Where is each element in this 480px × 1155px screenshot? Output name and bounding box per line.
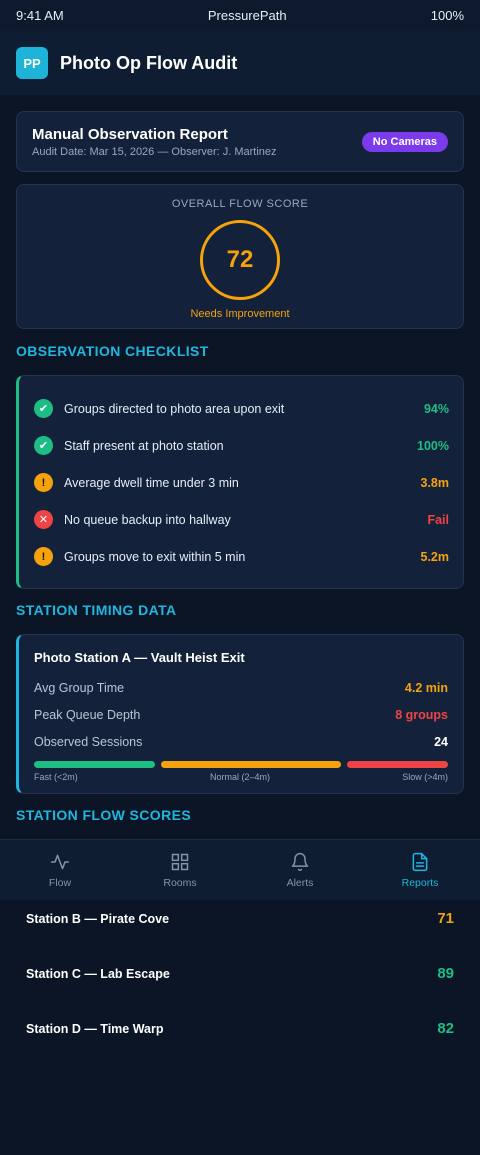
activity-icon <box>50 854 70 869</box>
nav-label: Alerts <box>286 876 314 889</box>
checklist-item-value: 3.8m <box>420 475 450 490</box>
checklist-item-text: No queue backup into hallway <box>64 512 231 527</box>
app-logo: PP <box>16 47 48 79</box>
report-meta: Audit Date: Mar 15, 2026 — Observer: J. … <box>32 145 277 158</box>
nav-label: Rooms <box>163 876 197 889</box>
app-header: PP Photo Op Flow Audit <box>0 31 480 95</box>
nav-item-reports[interactable]: Reports <box>360 840 480 900</box>
bar-segment-normal <box>160 761 342 768</box>
report-title: Manual Observation Report <box>32 125 228 143</box>
page-title: Photo Op Flow Audit <box>60 52 238 73</box>
station-score-row[interactable]: Station D — Time Warp 82 <box>26 1020 454 1037</box>
station-name: Station C — Lab Escape <box>26 966 170 981</box>
report-info: Manual Observation Report Audit Date: Ma… <box>32 126 277 158</box>
timing-value: 8 groups <box>395 707 448 722</box>
station-timing-card: Photo Station A — Vault Heist Exit Avg G… <box>16 634 464 794</box>
timing-value: 4.2 min <box>404 680 448 695</box>
nav-item-rooms[interactable]: Rooms <box>120 840 240 900</box>
checklist-item-text: Average dwell time under 3 min <box>64 475 239 490</box>
checklist-card: ✔ Groups directed to photo area upon exi… <box>16 375 464 589</box>
checklist-item-value: Fail <box>427 512 449 527</box>
flow-scores-section-title: STATION FLOW SCORES <box>16 807 192 823</box>
timing-label: Peak Queue Depth <box>34 707 141 722</box>
timing-card-title: Photo Station A — Vault Heist Exit <box>34 650 245 665</box>
station-score: 89 <box>437 965 454 982</box>
station-name: Station B — Pirate Cove <box>26 911 170 926</box>
score-ring: 72 <box>200 220 280 300</box>
overall-score-card: OVERALL FLOW SCORE 72 Needs Improvement <box>16 184 464 329</box>
timing-bar-labels: Fast (<2m) Normal (2–4m) Slow (>4m) <box>34 772 448 782</box>
nav-item-flow[interactable]: Flow <box>0 840 120 900</box>
nav-label: Flow <box>48 876 72 889</box>
checklist-item-value: 100% <box>417 438 449 453</box>
check-icon: ✔ <box>34 399 53 418</box>
timing-row: Avg Group Time 4.2 min <box>34 674 448 701</box>
report-card: Manual Observation Report Audit Date: Ma… <box>16 111 464 172</box>
checklist-item-value: 94% <box>423 401 449 416</box>
station-score: 71 <box>437 910 454 927</box>
bar-segment-slow <box>347 761 448 768</box>
warning-icon: ! <box>34 473 53 492</box>
bar-label-fast: Fast (<2m) <box>34 772 78 782</box>
x-icon: ✕ <box>34 510 53 529</box>
timing-row: Peak Queue Depth 8 groups <box>34 701 448 728</box>
score-label: OVERALL FLOW SCORE <box>171 198 309 210</box>
timing-section-title: STATION TIMING DATA <box>16 602 177 618</box>
bar-label-slow: Slow (>4m) <box>402 772 448 782</box>
checklist-item[interactable]: ! Average dwell time under 3 min 3.8m <box>19 464 463 501</box>
station-score-row[interactable]: Station B — Pirate Cove 71 <box>26 910 454 927</box>
checklist-section-title: OBSERVATION CHECKLIST <box>16 343 209 359</box>
score-status: Needs Improvement <box>190 308 290 320</box>
station-name: Station D — Time Warp <box>26 1021 164 1036</box>
timing-row: Observed Sessions 24 <box>34 728 448 755</box>
station-score-row[interactable]: Station C — Lab Escape 89 <box>26 965 454 982</box>
checklist-item[interactable]: ! Groups move to exit within 5 min 5.2m <box>19 538 463 575</box>
grid-icon <box>171 853 189 870</box>
timing-label: Avg Group Time <box>34 680 125 695</box>
warning-icon: ! <box>34 547 53 566</box>
bar-segment-fast <box>34 761 155 768</box>
check-icon: ✔ <box>34 436 53 455</box>
bottom-nav: Flow Rooms Alerts Reports <box>0 839 480 900</box>
station-score: 82 <box>437 1020 454 1037</box>
timing-label: Observed Sessions <box>34 734 143 749</box>
status-bar: 9:41 AM PressurePath 100% <box>0 0 480 31</box>
document-icon <box>412 852 428 871</box>
no-cameras-badge: No Cameras <box>361 131 448 152</box>
checklist-item[interactable]: ✔ Groups directed to photo area upon exi… <box>19 390 463 427</box>
checklist-item[interactable]: ✔ Staff present at photo station 100% <box>19 427 463 464</box>
status-time: 9:41 AM <box>16 8 64 23</box>
timing-value: 24 <box>434 734 448 749</box>
score-value: 72 <box>226 246 254 273</box>
nav-label: Reports <box>401 876 439 889</box>
nav-item-alerts[interactable]: Alerts <box>240 840 360 900</box>
bell-icon <box>291 852 309 871</box>
checklist-item-text: Staff present at photo station <box>64 438 224 453</box>
status-battery: 100% <box>430 8 464 23</box>
timing-distribution-bar <box>34 761 448 768</box>
bar-label-normal: Normal (2–4m) <box>209 772 270 782</box>
checklist-item-text: Groups move to exit within 5 min <box>64 549 246 564</box>
status-app-name: PressurePath <box>207 8 287 23</box>
checklist-item-text: Groups directed to photo area upon exit <box>64 401 285 416</box>
checklist-item[interactable]: ✕ No queue backup into hallway Fail <box>19 501 463 538</box>
checklist-item-value: 5.2m <box>420 549 450 564</box>
